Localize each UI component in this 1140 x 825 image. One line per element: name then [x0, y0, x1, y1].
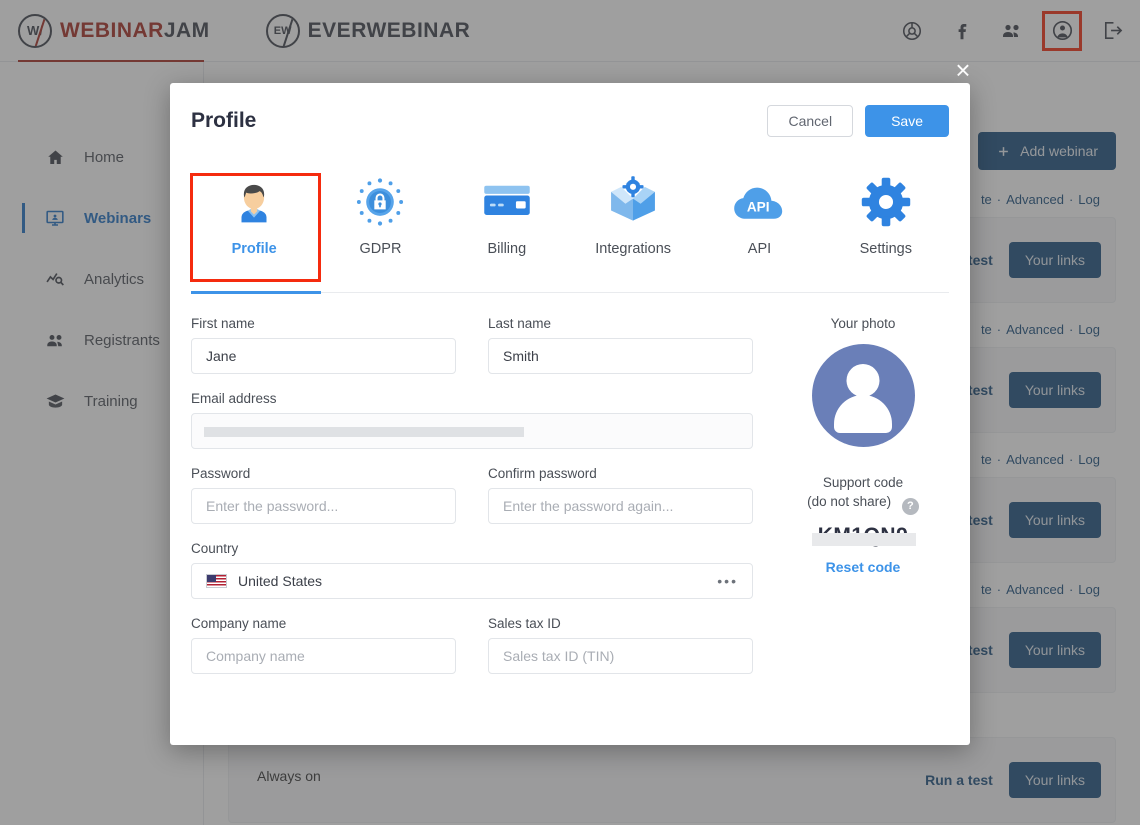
photo-label: Your photo — [830, 316, 896, 331]
integrations-box-gear-icon — [606, 169, 660, 235]
profile-form-fields: First name Jane Last name Smith Email ad… — [191, 316, 753, 691]
modal-action-group: Cancel Save — [767, 105, 949, 137]
tax-id-input[interactable]: Sales tax ID (TIN) — [488, 638, 753, 674]
page-title: Profile — [191, 109, 257, 132]
company-input[interactable]: Company name — [191, 638, 456, 674]
tax-id-label: Sales tax ID — [488, 616, 561, 631]
country-value: United States — [238, 573, 323, 589]
save-button[interactable]: Save — [865, 105, 949, 137]
tab-profile[interactable]: Profile — [191, 159, 317, 257]
gdpr-lock-stars-icon — [354, 169, 406, 235]
us-flag-icon — [206, 574, 227, 588]
email-field[interactable] — [191, 413, 753, 449]
password-label: Password — [191, 466, 251, 481]
password-input[interactable]: Enter the password... — [191, 488, 456, 524]
tab-integrations[interactable]: Integrations — [570, 159, 696, 257]
support-code-value: KM1QN9 — [811, 524, 916, 548]
cancel-button[interactable]: Cancel — [767, 105, 854, 137]
avatar-body-shape — [834, 395, 892, 433]
tab-billing[interactable]: Billing — [444, 159, 570, 257]
profile-modal: Profile Cancel Save Profile GDPR Billing… — [170, 83, 970, 745]
active-tab-indicator — [191, 291, 321, 294]
first-name-group: First name Jane — [191, 316, 456, 374]
support-code-label-line1: Support code — [822, 475, 904, 490]
country-group: Country United States ••• — [191, 541, 753, 599]
tab-label: GDPR — [359, 241, 402, 257]
last-name-input[interactable]: Smith — [488, 338, 753, 374]
company-label: Company name — [191, 616, 287, 631]
help-icon[interactable]: ? — [901, 498, 919, 515]
email-group: Email address — [191, 391, 753, 449]
last-name-label: Last name — [488, 316, 552, 331]
support-code-label-line2: (do not share) — [807, 494, 892, 509]
last-name-group: Last name Smith — [488, 316, 753, 374]
email-label: Email address — [191, 391, 277, 406]
modal-header: Profile Cancel Save — [170, 83, 970, 159]
tab-gdpr[interactable]: GDPR — [317, 159, 443, 257]
password-group: Password Enter the password... — [191, 466, 456, 524]
billing-card-icon — [481, 169, 533, 235]
avatar[interactable] — [811, 344, 915, 447]
tab-label: Billing — [487, 241, 527, 257]
tab-api[interactable]: API API — [696, 159, 822, 257]
svg-text:API: API — [747, 200, 770, 215]
support-code-redaction-bar — [811, 533, 916, 546]
settings-gear-icon — [861, 169, 911, 235]
tab-settings[interactable]: Settings — [823, 159, 949, 257]
support-code-block: Support code (do not share) ? KM1QN9 Res… — [807, 473, 919, 575]
avatar-head-shape — [846, 364, 880, 397]
modal-tabs: Profile GDPR Billing Integrations API AP… — [170, 159, 970, 294]
email-redaction-bar — [204, 427, 524, 437]
profile-avatar-icon — [229, 169, 279, 235]
tab-label: Integrations — [595, 241, 672, 257]
close-icon[interactable]: × — [950, 57, 976, 83]
tax-id-group: Sales tax ID Sales tax ID (TIN) — [488, 616, 753, 674]
reset-code-link[interactable]: Reset code — [807, 559, 919, 575]
country-label: Country — [191, 541, 239, 556]
first-name-label: First name — [191, 316, 255, 331]
first-name-input[interactable]: Jane — [191, 338, 456, 374]
tab-label: Profile — [231, 241, 277, 257]
profile-form: First name Jane Last name Smith Email ad… — [170, 294, 970, 691]
confirm-password-label: Confirm password — [488, 466, 597, 481]
tab-label: API — [747, 241, 772, 257]
country-menu-icon[interactable]: ••• — [717, 573, 738, 589]
confirm-password-input[interactable]: Enter the password again... — [488, 488, 753, 524]
company-group: Company name Company name — [191, 616, 456, 674]
support-code-label-line2-wrap: (do not share) ? — [807, 492, 919, 515]
country-select[interactable]: United States ••• — [191, 563, 753, 599]
tab-label: Settings — [859, 241, 912, 257]
api-cloud-icon: API — [731, 169, 787, 235]
confirm-password-group: Confirm password Enter the password agai… — [488, 466, 753, 524]
profile-side-panel: Your photo Support code (do not share) ?… — [777, 316, 949, 691]
